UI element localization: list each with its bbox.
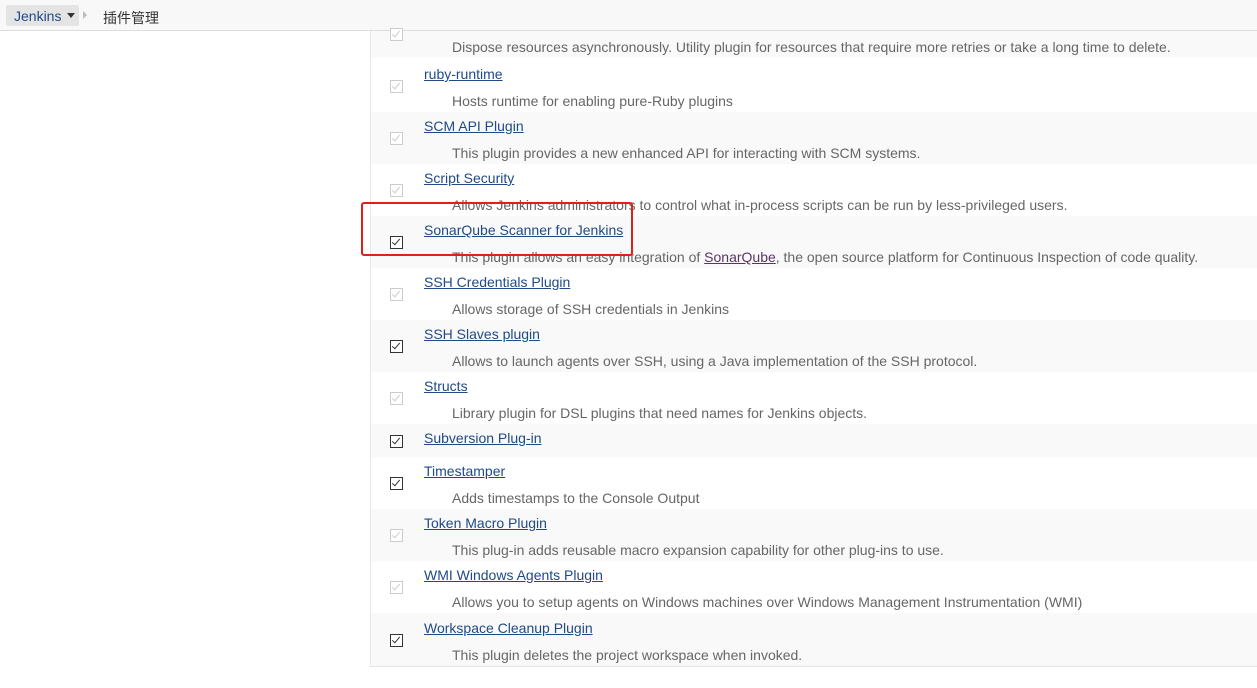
- plugin-checkbox[interactable]: [390, 28, 403, 41]
- plugin-description: Dispose resources asynchronously. Utilit…: [452, 39, 1171, 55]
- plugin-checkbox[interactable]: [390, 392, 403, 405]
- plugin-checkbox[interactable]: [390, 435, 403, 448]
- plugin-row: Timestamper Adds timestamps to the Conso…: [371, 457, 1257, 509]
- plugin-description: Library plugin for DSL plugins that need…: [452, 405, 868, 421]
- plugin-row: SCM API Plugin This plugin provides a ne…: [371, 112, 1257, 164]
- plugin-description: Allows you to setup agents on Windows ma…: [452, 594, 1083, 610]
- highlight-annotation-box: [361, 202, 633, 256]
- plugin-name-link[interactable]: ruby-runtime: [424, 66, 503, 82]
- plugin-name-link[interactable]: Subversion Plug-in: [424, 430, 542, 446]
- plugin-name-link[interactable]: SSH Credentials Plugin: [424, 274, 570, 290]
- breadcrumb-separator-icon: [83, 11, 87, 19]
- breadcrumb: Jenkins 插件管理: [0, 0, 1257, 31]
- plugin-checkbox[interactable]: [390, 581, 403, 594]
- plugin-name-link[interactable]: Timestamper: [424, 463, 505, 479]
- plugin-description: Allows to launch agents over SSH, using …: [452, 353, 978, 369]
- plugin-name-link[interactable]: SCM API Plugin: [424, 118, 524, 134]
- plugin-row: ruby-runtime Hosts runtime for enabling …: [371, 64, 1257, 112]
- plugin-description: Hosts runtime for enabling pure-Ruby plu…: [452, 93, 733, 109]
- plugin-row: Workspace Cleanup Plugin This plugin del…: [371, 613, 1257, 666]
- breadcrumb-current: 插件管理: [103, 10, 159, 26]
- sonarqube-link[interactable]: SonarQube: [704, 249, 776, 265]
- chevron-down-icon[interactable]: [67, 13, 76, 18]
- plugin-checkbox[interactable]: [390, 184, 403, 197]
- plugin-row: SSH Credentials Plugin Allows storage of…: [371, 268, 1257, 320]
- plugin-row: Dispose resources asynchronously. Utilit…: [371, 28, 1257, 57]
- plugin-name-link[interactable]: SSH Slaves plugin: [424, 326, 540, 342]
- plugin-description: Adds timestamps to the Console Output: [452, 490, 700, 506]
- plugin-row: Token Macro Plugin This plug-in adds reu…: [371, 509, 1257, 561]
- plugin-description: This plugin deletes the project workspac…: [452, 647, 803, 663]
- plugin-name-link[interactable]: Workspace Cleanup Plugin: [424, 620, 593, 636]
- plugin-description: Allows storage of SSH credentials in Jen…: [452, 301, 730, 317]
- plugin-checkbox[interactable]: [390, 80, 403, 93]
- plugin-table: Dispose resources asynchronously. Utilit…: [370, 28, 1257, 667]
- plugin-name-link[interactable]: Token Macro Plugin: [424, 515, 547, 531]
- breadcrumb-jenkins-link[interactable]: Jenkins: [6, 5, 80, 26]
- plugin-description-text: , the open source platform for Continuou…: [775, 249, 1199, 265]
- plugin-name-link[interactable]: Script Security: [424, 170, 514, 186]
- plugin-checkbox[interactable]: [390, 477, 403, 490]
- breadcrumb-jenkins-label[interactable]: Jenkins: [14, 8, 61, 24]
- plugin-name-link[interactable]: WMI Windows Agents Plugin: [424, 567, 603, 583]
- plugin-description: This plug-in adds reusable macro expansi…: [452, 542, 944, 558]
- plugin-checkbox[interactable]: [390, 529, 403, 542]
- plugin-row: Subversion Plug-in: [371, 424, 1257, 457]
- plugin-row: SSH Slaves plugin Allows to launch agent…: [371, 320, 1257, 372]
- plugin-name-link[interactable]: Structs: [424, 378, 468, 394]
- plugin-row: Structs Library plugin for DSL plugins t…: [371, 372, 1257, 424]
- plugin-checkbox[interactable]: [390, 340, 403, 353]
- plugin-description: This plugin provides a new enhanced API …: [452, 145, 921, 161]
- plugin-checkbox[interactable]: [390, 288, 403, 301]
- plugin-row: WMI Windows Agents Plugin Allows you to …: [371, 561, 1257, 613]
- plugin-checkbox[interactable]: [390, 132, 403, 145]
- plugin-checkbox[interactable]: [390, 634, 403, 647]
